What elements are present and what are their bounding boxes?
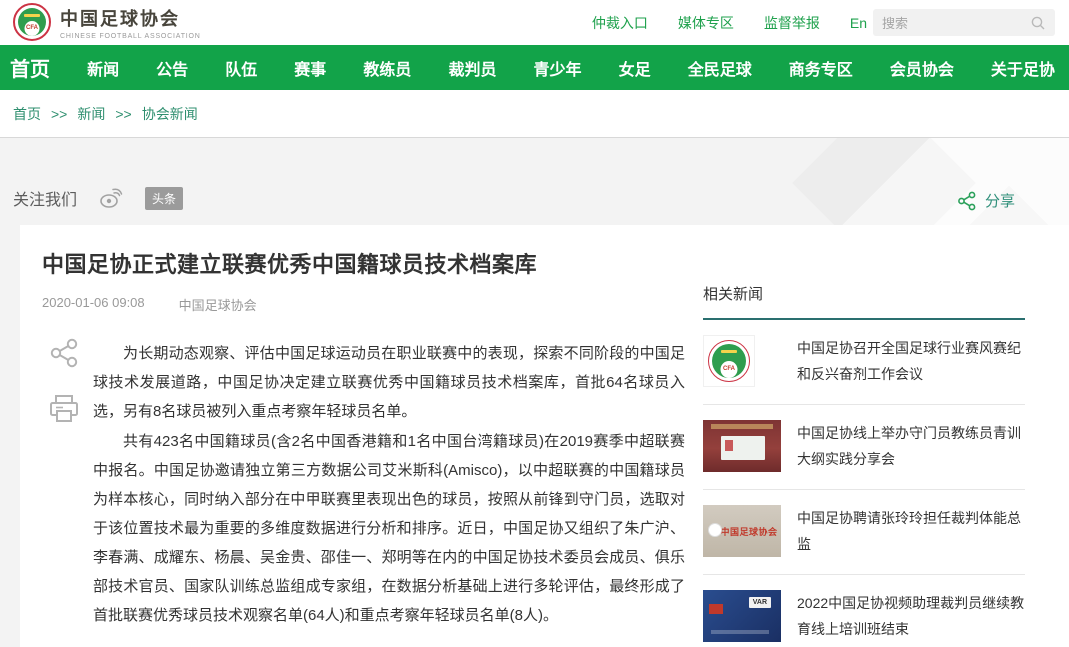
breadcrumb-news[interactable]: 新闻 [77, 104, 105, 124]
search-placeholder: 搜索 [882, 13, 908, 32]
related-news-text[interactable]: 2022中国足协视频助理裁判员继续教育线上培训班结束 [797, 590, 1025, 642]
related-thumb-conference-photo[interactable] [703, 420, 781, 472]
main-nav: 首页 新闻 公告 队伍 赛事 教练员 裁判员 青少年 女足 全民足球 商务专区 … [0, 45, 1069, 90]
related-news-item[interactable]: 中国足协线上举办守门员教练员青训大纲实践分享会 [703, 405, 1025, 490]
nav-item-coaches[interactable]: 教练员 [363, 56, 411, 80]
nav-item-home[interactable]: 首页 [10, 53, 50, 82]
utility-links: 仲裁入口 媒体专区 监督举报 En [592, 0, 867, 45]
nav-item-womens-football[interactable]: 女足 [619, 56, 651, 80]
nav-item-news[interactable]: 新闻 [87, 56, 119, 80]
related-news-item[interactable]: CFA 中国足协召开全国足球行业赛风赛纪和反兴奋剂工作会议 [703, 320, 1025, 405]
page: CFA 中国足球协会 CHINESE FOOTBALL ASSOCIATION … [0, 0, 1069, 647]
article-paragraph: 为长期动态观察、评估中国足球运动员在职业联赛中的表现，探索不同阶段的中国足球技术… [93, 339, 685, 426]
related-news-item[interactable]: 中国足球协会 中国足协聘请张玲玲担任裁判体能总监 [703, 490, 1025, 575]
article-meta: 2020-01-06 09:08 中国足球协会 [42, 295, 257, 314]
weibo-icon[interactable] [99, 187, 123, 209]
site-title: 中国足球协会 [60, 5, 201, 31]
link-media-zone[interactable]: 媒体专区 [678, 13, 734, 33]
content-background: 关注我们 头条 分享 [0, 138, 1069, 647]
top-bar: CFA 中国足球协会 CHINESE FOOTBALL ASSOCIATION … [0, 0, 1069, 45]
article-share-icon[interactable] [48, 337, 80, 369]
article-card: 中国足协正式建立联赛优秀中国籍球员技术档案库 2020-01-06 09:08 … [20, 225, 1069, 647]
nav-item-youth[interactable]: 青少年 [534, 56, 582, 80]
site-logo-text: 中国足球协会 CHINESE FOOTBALL ASSOCIATION [60, 5, 201, 40]
site-logo[interactable]: CFA 中国足球协会 CHINESE FOOTBALL ASSOCIATION [13, 3, 201, 41]
share-button[interactable]: 分享 [957, 190, 1015, 211]
nav-item-competitions[interactable]: 赛事 [294, 56, 326, 80]
cfa-emblem-badge: CFA [25, 21, 40, 36]
nav-item-about-cfa[interactable]: 关于足协 [991, 56, 1055, 80]
nav-item-announcements[interactable]: 公告 [156, 56, 188, 80]
article-body: 为长期动态观察、评估中国足球运动员在职业联赛中的表现，探索不同阶段的中国足球技术… [93, 339, 685, 631]
nav-item-member-associations[interactable]: 会员协会 [890, 56, 954, 80]
share-label: 分享 [985, 190, 1015, 211]
breadcrumb-home[interactable]: 首页 [13, 104, 41, 124]
article-tools [36, 337, 92, 425]
breadcrumb-association-news[interactable]: 协会新闻 [142, 104, 198, 124]
link-arbitration[interactable]: 仲裁入口 [592, 13, 648, 33]
related-news-panel: 相关新闻 CFA 中国足协召开全国足球行业赛风赛纪和反兴奋剂工作会议 [703, 283, 1025, 647]
related-news-text[interactable]: 中国足协线上举办守门员教练员青训大纲实践分享会 [797, 420, 1025, 472]
link-supervision-report[interactable]: 监督举报 [764, 13, 820, 33]
nav-item-business-zone[interactable]: 商务专区 [789, 56, 853, 80]
related-news-title: 相关新闻 [703, 283, 1025, 320]
article-source: 中国足球协会 [179, 295, 257, 314]
related-news-text[interactable]: 中国足协召开全国足球行业赛风赛纪和反兴奋剂工作会议 [797, 335, 1025, 387]
share-icon [957, 191, 977, 211]
article-date: 2020-01-06 09:08 [42, 295, 145, 314]
related-thumb-var-training-photo[interactable]: VAR [703, 590, 781, 642]
breadcrumb-separator: >> [115, 106, 131, 122]
search-input[interactable]: 搜索 [873, 9, 1055, 36]
related-thumb-cfa-emblem[interactable]: CFA [703, 335, 781, 387]
related-thumb-cfa-office-photo[interactable]: 中国足球协会 [703, 505, 781, 557]
breadcrumb-separator: >> [51, 106, 67, 122]
article-title: 中国足协正式建立联赛优秀中国籍球员技术档案库 [42, 247, 537, 279]
nav-item-teams[interactable]: 队伍 [225, 56, 257, 80]
cfa-emblem-icon: CFA [13, 3, 51, 41]
cfa-emblem-icon: CFA [708, 340, 750, 382]
nav-item-grassroots[interactable]: 全民足球 [688, 56, 752, 80]
follow-us-label: 关注我们 [13, 186, 77, 210]
related-news-text[interactable]: 中国足协聘请张玲玲担任裁判体能总监 [797, 505, 1025, 557]
related-news-item[interactable]: VAR 2022中国足协视频助理裁判员继续教育线上培训班结束 [703, 575, 1025, 647]
link-english[interactable]: En [850, 15, 867, 31]
site-subtitle: CHINESE FOOTBALL ASSOCIATION [60, 33, 201, 40]
toutiao-badge[interactable]: 头条 [145, 187, 183, 210]
nav-item-referees[interactable]: 裁判员 [448, 56, 496, 80]
article-paragraph: 共有423名中国籍球员(含2名中国香港籍和1名中国台湾籍球员)在2019赛季中超… [93, 427, 685, 630]
print-icon[interactable] [47, 393, 81, 425]
breadcrumb: 首页 >> 新闻 >> 协会新闻 [0, 90, 1069, 138]
search-icon[interactable] [1030, 15, 1046, 31]
follow-us-row: 关注我们 头条 [13, 186, 183, 210]
